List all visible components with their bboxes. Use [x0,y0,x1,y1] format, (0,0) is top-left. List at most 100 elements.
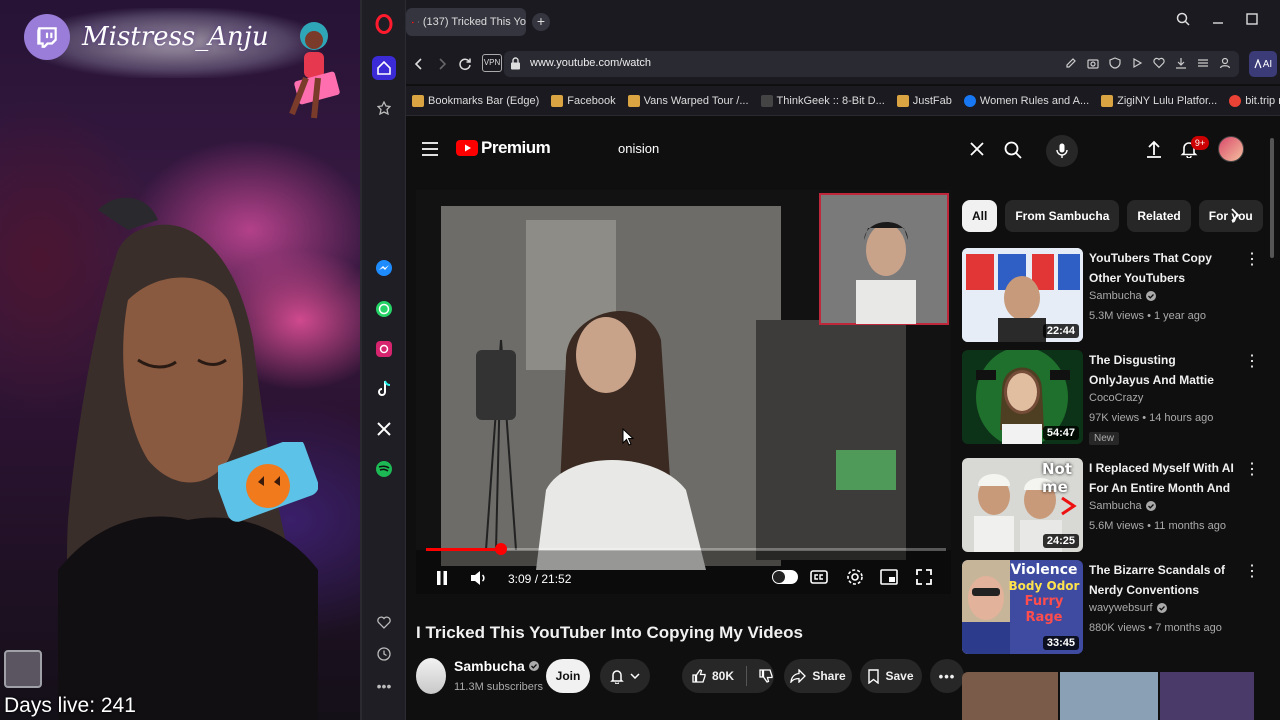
clear-search-icon[interactable] [970,142,984,156]
bookmark-item[interactable]: ThinkGeek :: 8-Bit D... [755,86,891,115]
bookmark-item[interactable]: Bookmarks Bar (Edge) [406,86,545,115]
camera-icon[interactable] [1087,57,1099,69]
back-icon[interactable] [412,57,426,71]
kebab-menu-icon[interactable]: ⋮ [1244,352,1260,374]
video-player[interactable]: 3:09 / 21:52 [416,190,951,594]
recommendation-title[interactable]: The Bizarre Scandals of Nerdy Convention… [1089,560,1239,600]
recommendation-channel[interactable]: Sambucha [1089,500,1156,512]
kebab-menu-icon[interactable]: ⋮ [1244,250,1260,272]
video-thumbnail[interactable]: Violence Body Odor Furry Rage 33:45 [962,560,1083,654]
profile-icon[interactable] [1219,57,1231,69]
progress-track[interactable] [426,543,946,555]
settings-gear-icon[interactable] [846,568,864,586]
favorites-heart-icon[interactable] [372,610,396,634]
play-icon[interactable] [1131,57,1143,69]
video-thumbnail[interactable]: 54:47 [962,350,1083,444]
vpn-badge[interactable]: VPN [482,54,502,72]
fullscreen-icon[interactable] [916,569,932,585]
aria-ai-button[interactable]: AI [1249,51,1277,77]
tab-youtube[interactable]: (137) Tricked This Yo [406,8,526,36]
youtube-logo[interactable]: Premium [456,138,551,158]
share-icon [790,669,807,683]
pause-icon[interactable] [436,571,448,585]
whatsapp-icon[interactable] [372,297,396,321]
recommendation-channel[interactable]: wavywebsurf [1089,602,1167,614]
search-icon[interactable] [1004,141,1022,159]
search-box[interactable]: onision [602,132,998,168]
spotify-icon[interactable] [372,457,396,481]
search-tabs-icon[interactable] [1176,12,1190,26]
scrubber-handle[interactable] [494,543,507,555]
bookmark-item[interactable]: Vans Warped Tour /... [622,86,755,115]
kebab-menu-icon[interactable]: ⋮ [1244,460,1260,482]
recommendation-title[interactable]: I Replaced Myself With AI For An Entire … [1089,458,1239,498]
miniplayer-icon[interactable] [880,569,898,585]
video-thumbnail[interactable]: Not me 24:25 [962,458,1083,552]
menu-lines-icon[interactable] [1197,57,1209,69]
bookmark-item[interactable]: Women Rules and A... [958,86,1095,115]
forward-icon[interactable] [435,57,449,71]
home-icon[interactable] [372,56,396,80]
join-button[interactable]: Join [546,659,590,693]
video-thumbnail[interactable]: 22:44 [962,248,1083,342]
lock-icon[interactable] [510,57,521,70]
hamburger-menu-icon[interactable] [422,142,438,156]
x-twitter-icon[interactable] [372,417,396,441]
edit-icon[interactable] [1065,57,1077,69]
chip-related[interactable]: Related [1127,200,1191,232]
channel-name[interactable]: Sambucha [454,658,525,674]
pinboard-icon[interactable] [372,96,396,120]
recommendation-title[interactable]: The Disgusting OnlyJayus And Mattie West… [1089,350,1239,390]
heart-icon[interactable] [1153,57,1165,69]
page-scrollbar[interactable] [1270,138,1274,258]
messenger-icon[interactable] [372,256,396,280]
reload-icon[interactable] [458,57,472,71]
bookmark-item[interactable]: ZigiNY Lulu Platfor... [1095,86,1223,115]
video-thumbnail[interactable] [962,672,1058,720]
recommendation-item[interactable]: Not me 24:25 I Replaced Myself With AI F… [962,458,1262,558]
bookmark-item[interactable]: JustFab [891,86,958,115]
maximize-icon[interactable] [1246,13,1258,25]
days-live-counter: Days live: 241 [4,694,136,717]
video-thumbnail[interactable] [1160,672,1254,720]
volume-icon[interactable] [470,570,488,586]
search-input[interactable]: onision [618,141,659,156]
opera-logo-icon[interactable] [372,12,396,36]
minimize-icon[interactable] [1212,13,1224,25]
chip-all[interactable]: All [962,200,998,232]
more-actions-button[interactable]: ••• [930,659,964,693]
chip-from-sambucha[interactable]: From Sambucha [1005,200,1120,232]
download-icon[interactable] [1175,57,1187,69]
upload-icon[interactable] [1146,140,1162,158]
chips-next-icon[interactable] [1230,208,1240,222]
tiktok-icon[interactable] [372,377,396,401]
channel-avatar[interactable] [416,658,446,694]
kebab-menu-icon[interactable]: ⋮ [1244,562,1260,584]
like-count[interactable]: 80K [712,669,734,683]
bookmark-item[interactable]: Facebook [545,86,621,115]
history-clock-icon[interactable] [372,642,396,666]
captions-icon[interactable] [810,569,828,585]
save-button[interactable]: Save [860,659,922,693]
bookmark-item[interactable]: bit.trip runner free... [1223,86,1280,115]
recommendation-item[interactable]: 22:44 YouTubers That Copy Other YouTuber… [962,248,1262,348]
recommendation-item[interactable]: 54:47 The Disgusting OnlyJayus And Matti… [962,350,1262,450]
recommendation-channel[interactable]: CocoCrazy [1089,392,1143,404]
subscribed-bell-button[interactable] [600,659,650,693]
shield-icon[interactable] [1109,57,1121,69]
recommendation-item[interactable]: Violence Body Odor Furry Rage 33:45 The … [962,560,1262,660]
new-tab-button[interactable]: + [532,13,550,31]
share-button[interactable]: Share [784,659,852,693]
recommendation-item[interactable] [962,672,1262,720]
recommendation-title[interactable]: YouTubers That Copy Other YouTubers [1089,248,1239,288]
instagram-icon[interactable] [372,337,396,361]
thumbs-down-icon[interactable] [759,669,773,683]
address-field[interactable]: www.youtube.com/watch [504,51,1239,77]
video-thumbnail[interactable] [1060,672,1158,720]
voice-search-button[interactable] [1046,135,1078,167]
autoplay-toggle[interactable] [772,570,798,584]
thumbs-up-icon[interactable] [692,669,706,683]
more-options-icon[interactable]: ••• [372,674,396,698]
account-avatar[interactable] [1218,136,1244,162]
recommendation-channel[interactable]: Sambucha [1089,290,1156,302]
